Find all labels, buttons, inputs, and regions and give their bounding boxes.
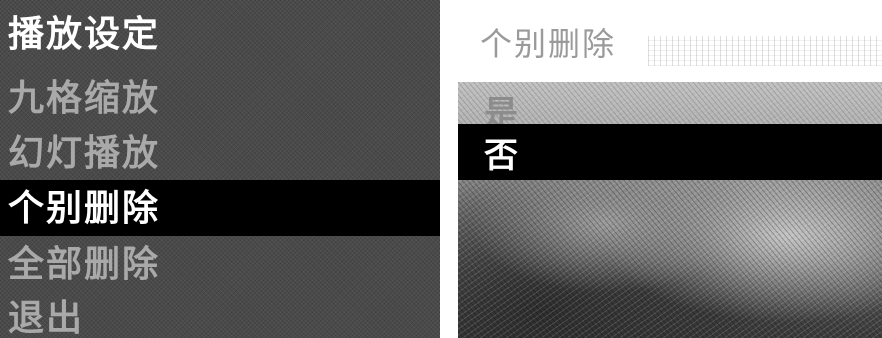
- menu-item-exit[interactable]: 退出: [0, 290, 440, 338]
- menu-item-delete-all[interactable]: 全部删除: [0, 236, 440, 292]
- playback-menu: 播放设定 九格缩放 幻灯播放 个别删除 全部删除 退出: [0, 0, 440, 338]
- dialog-title: 个别删除: [480, 25, 617, 63]
- option-no[interactable]: 否: [458, 124, 882, 180]
- menu-item-delete-single[interactable]: 个别删除: [0, 180, 440, 236]
- title-background-texture: [648, 36, 882, 66]
- menu-title: 播放设定: [8, 13, 161, 55]
- delete-single-dialog: 个别删除 是 否: [458, 0, 882, 338]
- menu-item-nine-grid-zoom[interactable]: 九格缩放: [0, 70, 440, 126]
- menu-item-slideshow[interactable]: 幻灯播放: [0, 125, 440, 181]
- screen: 播放设定 九格缩放 幻灯播放 个别删除 全部删除 退出 个别删除 是 否: [0, 0, 882, 338]
